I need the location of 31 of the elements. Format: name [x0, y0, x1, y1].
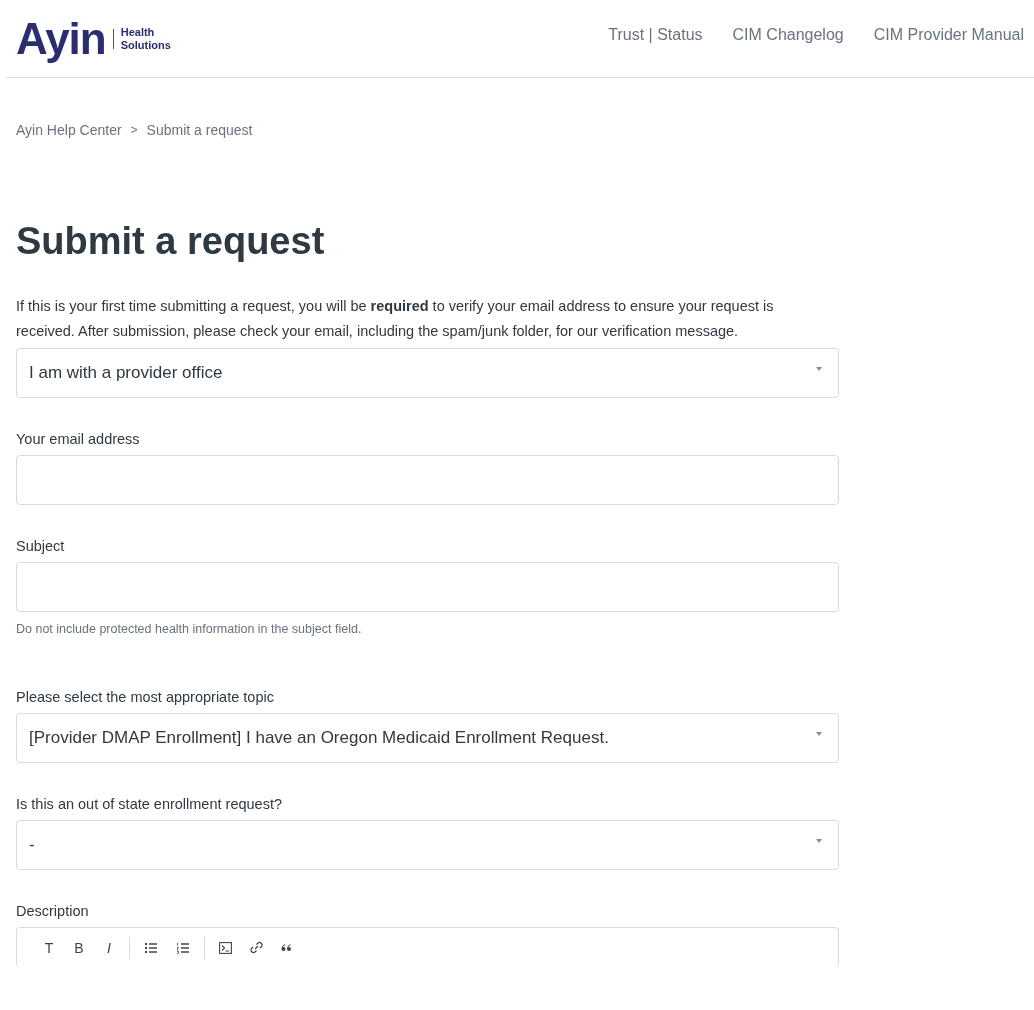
caret-icon — [816, 366, 822, 371]
format-button[interactable]: B — [73, 939, 85, 956]
code-block-icon[interactable] — [219, 941, 232, 954]
breadcrumb-separator: > — [130, 123, 138, 137]
field-label: Is this an out of state enrollment request? — [16, 795, 283, 812]
caret-icon — [816, 731, 822, 736]
quote-icon[interactable] — [281, 943, 292, 952]
nav-link[interactable]: Trust | Status — [608, 25, 703, 44]
breadcrumb-link[interactable]: Ayin Help Center — [16, 122, 122, 138]
field-hint: Do not include protected health information in the subject field. — [16, 621, 363, 636]
dropdown[interactable]: I am with a provider office — [16, 347, 839, 398]
intro-text: If this is your first time submitting a request, you will be required to verify your email address to ensure your request is received. After submission, please check your email, including the spam/junk folder, for our verification message. — [16, 296, 775, 341]
dropdown[interactable]: - — [16, 819, 839, 870]
dropdown[interactable]: [Provider DMAP Enrollment] I have an Oregon Medicaid Enrollment Request. — [16, 712, 839, 763]
page-title: Submit a request — [16, 219, 326, 264]
logo[interactable]: Ayin Health Solutions — [16, 16, 171, 61]
caret-icon — [816, 838, 822, 843]
field-label: Description — [16, 902, 90, 919]
breadcrumb-link[interactable]: Submit a request — [146, 122, 253, 138]
field-label: Subject — [16, 537, 66, 554]
field-label: Your email address — [16, 430, 141, 447]
input-field[interactable] — [16, 561, 839, 612]
bulleted-list-icon[interactable] — [144, 941, 158, 954]
field-label: Please select the most appropriate topic — [16, 688, 275, 705]
format-button[interactable]: T — [43, 939, 55, 956]
link-icon[interactable] — [250, 941, 263, 955]
nav-link[interactable]: CIM Changelog — [732, 25, 844, 44]
format-button[interactable]: I — [103, 939, 115, 956]
nav-link[interactable]: CIM Provider Manual — [873, 25, 1024, 44]
numbered-list-icon[interactable] — [176, 941, 190, 954]
input-field[interactable] — [16, 454, 839, 505]
